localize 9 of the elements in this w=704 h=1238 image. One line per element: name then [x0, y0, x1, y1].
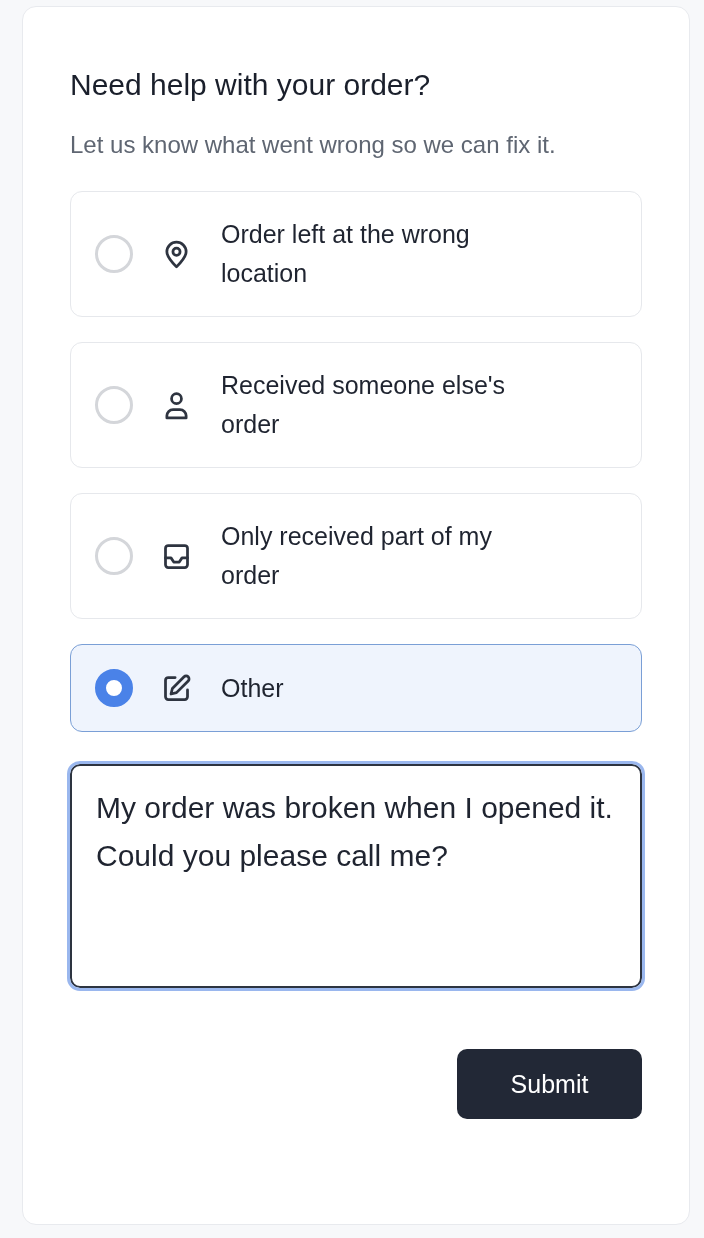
heading: Need help with your order?	[70, 67, 432, 103]
option-card[interactable]: Other	[70, 644, 642, 732]
option-card[interactable]: Received someone else's order	[70, 342, 642, 468]
option-card[interactable]: Only received part of my order	[70, 493, 642, 619]
radio-button[interactable]	[95, 669, 133, 707]
option-card[interactable]: Order left at the wrong location	[70, 191, 642, 317]
description-text: Let us know what went wrong so we can fix it.	[70, 130, 557, 160]
submit-button[interactable]: Submit	[457, 1049, 642, 1119]
message-field[interactable]: My order was broken when I opened it. Could you please call me?	[70, 764, 642, 988]
